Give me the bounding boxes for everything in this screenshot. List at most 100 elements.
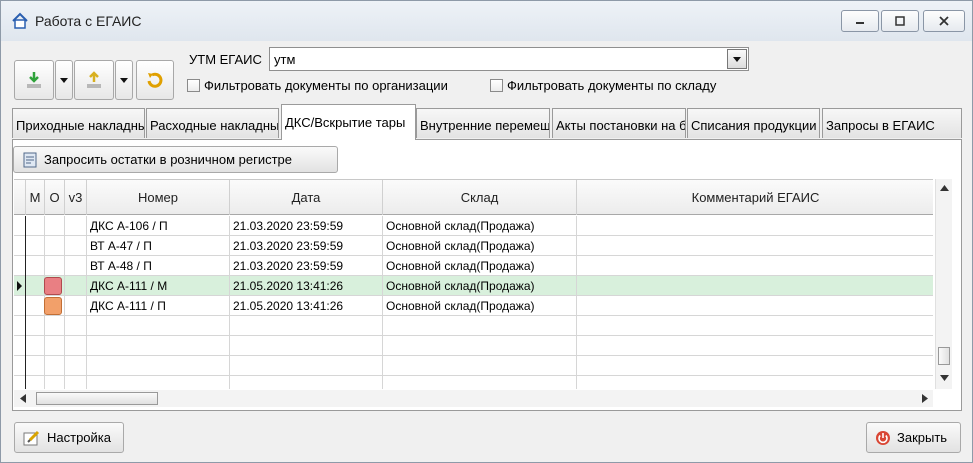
horizontal-scrollbar[interactable] bbox=[14, 390, 933, 407]
status-indicator bbox=[44, 277, 62, 295]
cell-number bbox=[87, 316, 230, 336]
filter-store-label: Фильтровать документы по складу bbox=[507, 78, 717, 93]
row-indicator bbox=[14, 316, 26, 336]
cell-date: 21.05.2020 13:41:26 bbox=[230, 276, 383, 296]
cell-o bbox=[45, 376, 65, 389]
cell-comment bbox=[577, 256, 933, 276]
refresh-icon bbox=[147, 72, 163, 88]
maximize-button[interactable] bbox=[881, 10, 919, 32]
tab-transfers[interactable]: Внутренние перемещения bbox=[416, 108, 550, 138]
tab-dks[interactable]: ДКС/Вскрытие тары bbox=[281, 104, 416, 140]
cell-v3 bbox=[65, 336, 87, 356]
scroll-up-icon bbox=[940, 185, 949, 191]
request-balances-button[interactable]: Запросить остатки в розничном регистре bbox=[13, 146, 338, 173]
utm-select-value: утм bbox=[274, 52, 296, 67]
cell-v3 bbox=[65, 276, 87, 296]
chevron-down-icon bbox=[733, 56, 741, 62]
settings-button[interactable]: Настройка bbox=[14, 422, 124, 453]
filter-store-checkbox[interactable] bbox=[490, 79, 503, 92]
table-row[interactable] bbox=[14, 356, 933, 376]
cell-number: ДКС А-111 / М bbox=[87, 276, 230, 296]
tab-balance-acts[interactable]: Акты постановки на баланс bbox=[552, 108, 686, 138]
table-row[interactable]: ДКС А-111 / М 21.05.2020 13:41:26 Основной… bbox=[14, 276, 933, 296]
row-indicator bbox=[14, 256, 26, 276]
cell-o bbox=[45, 216, 65, 236]
filter-org-checkbox[interactable] bbox=[187, 79, 200, 92]
vertical-scrollbar[interactable] bbox=[935, 179, 952, 389]
column-header-date[interactable]: Дата bbox=[230, 180, 383, 215]
cell-comment bbox=[577, 216, 933, 236]
table-row[interactable] bbox=[14, 316, 933, 336]
utm-dropdown-button[interactable] bbox=[727, 49, 747, 69]
column-header-m[interactable]: М bbox=[26, 180, 45, 215]
cell-number bbox=[87, 336, 230, 356]
tab-incoming[interactable]: Приходные накладные bbox=[12, 108, 145, 138]
filter-org-label: Фильтровать документы по организации bbox=[204, 78, 448, 93]
settings-icon bbox=[23, 430, 40, 445]
cell-m bbox=[26, 236, 45, 256]
cell-store bbox=[383, 316, 577, 336]
title-bar: Работа с ЕГАИС bbox=[1, 1, 972, 41]
scroll-left-icon bbox=[20, 394, 26, 403]
close-button[interactable]: Закрыть bbox=[866, 422, 961, 453]
cell-number bbox=[87, 356, 230, 376]
power-icon bbox=[876, 430, 890, 445]
tab-outgoing[interactable]: Расходные накладные bbox=[146, 108, 279, 138]
close-label: Закрыть bbox=[897, 430, 948, 445]
cell-store bbox=[383, 376, 577, 389]
table-row[interactable]: ВТ А-48 / П 21.03.2020 23:59:59 Основной с… bbox=[14, 256, 933, 276]
utm-select[interactable]: утм bbox=[269, 47, 749, 71]
tab-write-offs[interactable]: Списания продукции bbox=[687, 108, 820, 138]
maximize-icon bbox=[895, 16, 905, 26]
cell-date: 21.03.2020 23:59:59 bbox=[230, 256, 383, 276]
table-row[interactable]: ДКС А-106 / П 21.03.2020 23:59:59 Основной… bbox=[14, 216, 933, 236]
egais-window: Работа с ЕГАИС УТМ ЕГАИС утм Фильтровать… bbox=[0, 0, 973, 463]
cell-o bbox=[45, 236, 65, 256]
cell-m bbox=[26, 256, 45, 276]
column-header-comment[interactable]: Комментарий ЕГАИС bbox=[577, 180, 933, 215]
cell-number bbox=[87, 376, 230, 389]
table-row[interactable] bbox=[14, 376, 933, 389]
table-row[interactable] bbox=[14, 336, 933, 356]
cell-m bbox=[26, 356, 45, 376]
cell-m bbox=[26, 216, 45, 236]
cell-v3 bbox=[65, 296, 87, 316]
cell-v3 bbox=[65, 356, 87, 376]
cell-v3 bbox=[65, 316, 87, 336]
cell-o bbox=[45, 256, 65, 276]
cell-date: 21.03.2020 23:59:59 bbox=[230, 236, 383, 256]
import-dropdown-button[interactable] bbox=[55, 60, 73, 100]
refresh-button[interactable] bbox=[136, 60, 174, 100]
horizontal-scroll-thumb[interactable] bbox=[36, 392, 158, 405]
column-header-v3[interactable]: v3 bbox=[65, 180, 87, 215]
column-header-number[interactable]: Номер bbox=[87, 180, 230, 215]
close-window-button[interactable] bbox=[923, 10, 965, 32]
window-title: Работа с ЕГАИС bbox=[35, 13, 142, 29]
cell-comment bbox=[577, 296, 933, 316]
cell-store bbox=[383, 336, 577, 356]
house-icon bbox=[12, 12, 28, 29]
column-header-store[interactable]: Склад bbox=[383, 180, 577, 215]
import-button[interactable] bbox=[14, 60, 54, 100]
cell-comment bbox=[577, 356, 933, 376]
cell-m bbox=[26, 316, 45, 336]
close-icon bbox=[939, 16, 949, 26]
table-row[interactable]: ДКС А-111 / П 21.05.2020 13:41:26 Основной… bbox=[14, 296, 933, 316]
cell-date bbox=[230, 336, 383, 356]
cell-o bbox=[45, 316, 65, 336]
download-arrow-icon bbox=[27, 72, 41, 88]
row-indicator bbox=[14, 276, 26, 296]
column-header-o[interactable]: О bbox=[45, 180, 65, 215]
current-row-icon bbox=[17, 281, 22, 291]
row-indicator bbox=[14, 296, 26, 316]
cell-store: Основной склад(Продажа) bbox=[383, 256, 577, 276]
minimize-button[interactable] bbox=[841, 10, 879, 32]
row-indicator bbox=[14, 216, 26, 236]
export-button[interactable] bbox=[74, 60, 114, 100]
cell-m bbox=[26, 276, 45, 296]
table-row[interactable]: ВТ А-47 / П 21.03.2020 23:59:59 Основной с… bbox=[14, 236, 933, 256]
cell-store: Основной склад(Продажа) bbox=[383, 216, 577, 236]
export-dropdown-button[interactable] bbox=[115, 60, 133, 100]
tab-egais-requests[interactable]: Запросы в ЕГАИС bbox=[822, 108, 962, 138]
vertical-scroll-thumb[interactable] bbox=[938, 347, 950, 365]
